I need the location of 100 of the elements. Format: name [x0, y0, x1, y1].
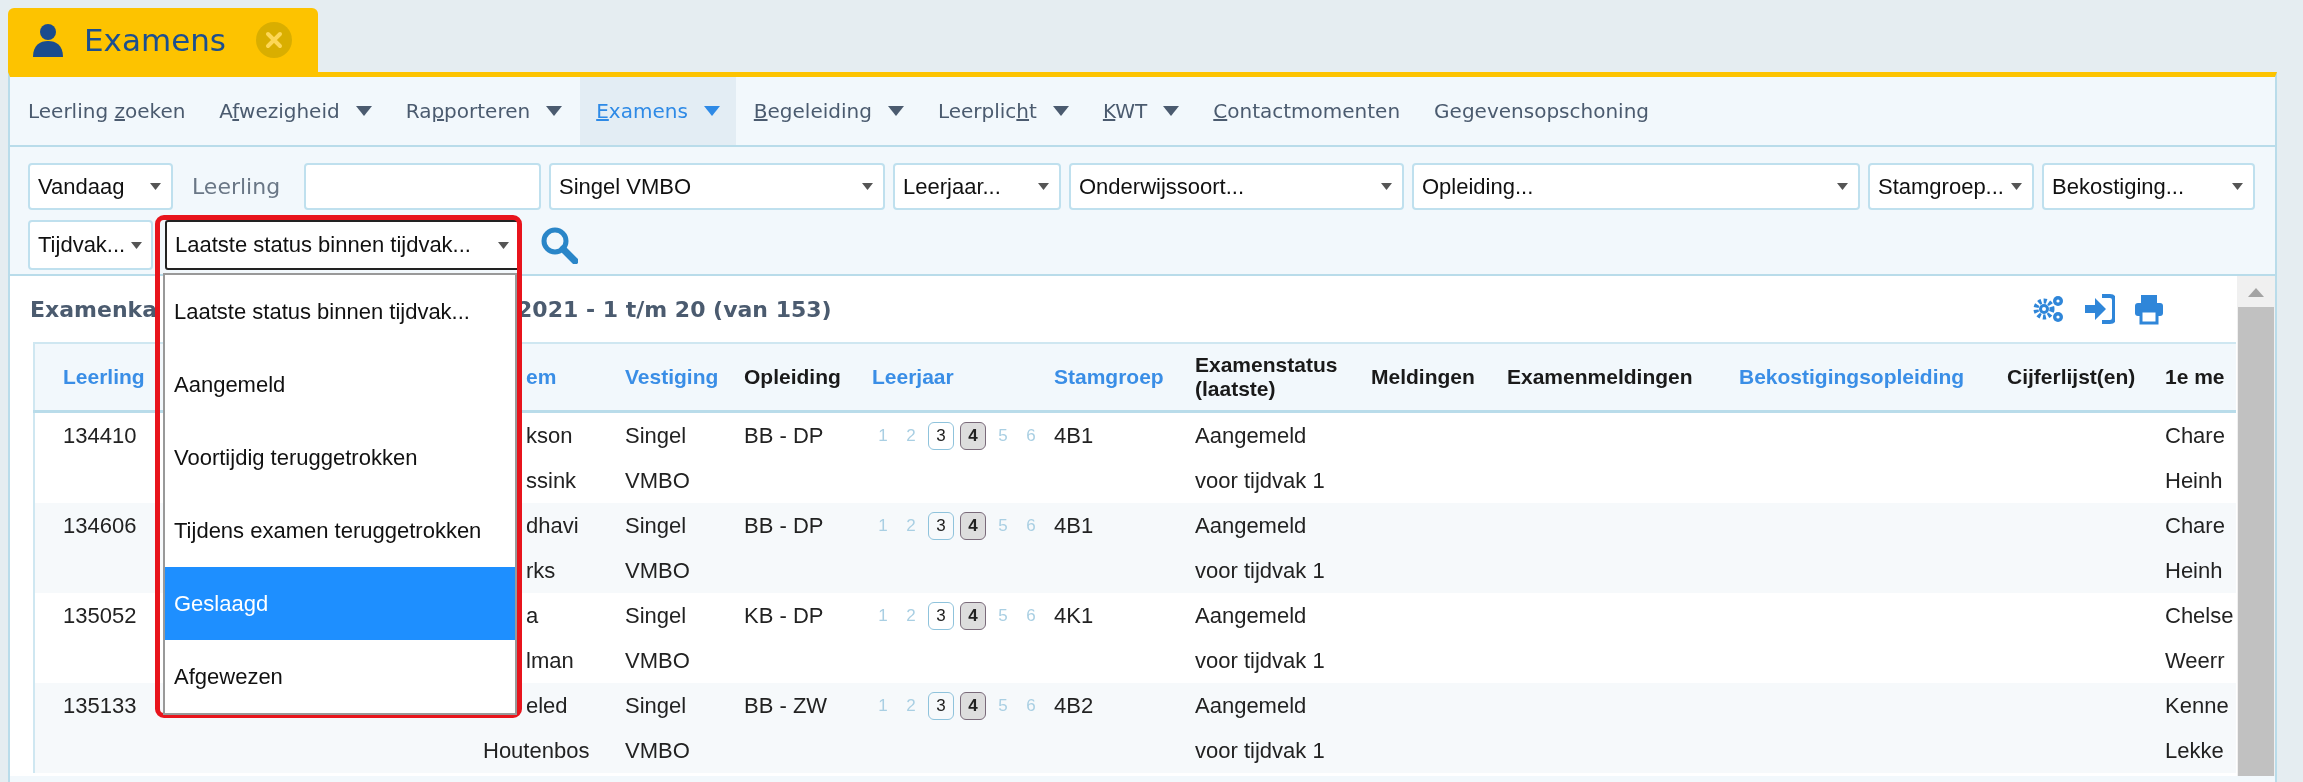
- column-header: Examenmeldingen: [1507, 365, 1693, 389]
- table-cell-text: voor tijdvak 1: [1195, 647, 1325, 675]
- table-cell-text: Chare: [2165, 422, 2225, 450]
- table-cell-text: Lekke: [2165, 737, 2224, 765]
- column-header: Cijferlijst(en): [2007, 365, 2136, 389]
- year-number: 3: [928, 601, 954, 630]
- dropdown[interactable]: Onderwijssoort...: [1069, 163, 1404, 210]
- year-number: 6: [1025, 424, 1037, 447]
- year-number: 1: [877, 694, 889, 717]
- caret-icon: [150, 183, 161, 190]
- year-number: 3: [928, 691, 954, 720]
- year-number: 4: [960, 601, 986, 630]
- tab-title: Examens: [84, 22, 227, 58]
- table-cell-text: voor tijdvak 1: [1195, 737, 1325, 765]
- year-number: 5: [997, 694, 1009, 717]
- sign-in-icon[interactable]: [2083, 293, 2115, 325]
- gears-icon[interactable]: [2033, 293, 2065, 325]
- menu-item[interactable]: Rapporteren: [389, 77, 579, 145]
- year-number: 2: [905, 424, 917, 447]
- text-field[interactable]: [304, 163, 541, 210]
- table-cell-text: Aangemeld: [1195, 422, 1307, 450]
- scrollbar[interactable]: [2237, 276, 2275, 776]
- year-number: 2: [905, 604, 917, 627]
- table-cell-text: Chare: [2165, 512, 2225, 540]
- year-number: 3: [928, 421, 954, 450]
- column-header: Examenstatus (laatste): [1195, 352, 1339, 401]
- module-tab[interactable]: Examens: [8, 8, 318, 72]
- table-cell-text: Singel: [625, 692, 687, 720]
- year-number: 5: [997, 424, 1009, 447]
- dropdown-option[interactable]: Voortijdig teruggetrokken: [165, 421, 515, 494]
- year-number: 1: [877, 604, 889, 627]
- print-icon[interactable]: [2133, 293, 2165, 325]
- menu-item[interactable]: KWT: [1086, 77, 1196, 145]
- results-title: Examenka: [30, 296, 158, 322]
- year-number: 5: [997, 514, 1009, 537]
- dropdown-option[interactable]: Laatste status binnen tijdvak...: [165, 275, 515, 348]
- caret-icon: [1837, 183, 1848, 190]
- dropdown[interactable]: Leerjaar...: [893, 163, 1061, 210]
- table-cell-text: VMBO: [625, 557, 690, 585]
- menu-item[interactable]: Afwezigheid: [203, 77, 388, 145]
- menu-item[interactable]: Leerling zoeken: [12, 77, 202, 145]
- year-number: 6: [1025, 514, 1037, 537]
- dropdown[interactable]: Tijdvak...: [28, 220, 153, 270]
- table-cell-text: rks: [526, 557, 556, 585]
- table-cell-text: dhavi: [526, 512, 579, 540]
- dropdown-option[interactable]: Afgewezen: [165, 640, 515, 713]
- table-cell-text: lman: [526, 647, 574, 675]
- year-number: 1: [877, 424, 889, 447]
- menu-item[interactable]: Contactmomenten: [1197, 77, 1417, 145]
- table-cell-text: kson: [526, 422, 573, 450]
- dropdown-option[interactable]: Tijdens examen teruggetrokken: [165, 494, 515, 567]
- table-cell-text: 134410: [63, 422, 137, 450]
- table-cell-text: BB - ZW: [744, 692, 828, 720]
- table-cell-text: ssink: [526, 467, 577, 495]
- table-cell-text: Weerr: [2165, 647, 2225, 675]
- dropdown[interactable]: Opleiding...: [1412, 163, 1860, 210]
- dropdown[interactable]: Singel VMBO: [549, 163, 885, 210]
- year-number: 4: [960, 511, 986, 540]
- dropdown[interactable]: Stamgroep...: [1868, 163, 2034, 210]
- caret-icon: [498, 241, 509, 249]
- year-number: 4: [960, 691, 986, 720]
- dropdown-option[interactable]: Aangemeld: [165, 348, 515, 421]
- table-cell-text: Heinh: [2165, 467, 2223, 495]
- table-cell-text: Chelse: [2165, 602, 2234, 630]
- table-cell-text: 4B2: [1054, 692, 1094, 720]
- person-icon: [32, 23, 64, 57]
- year-number: 2: [905, 694, 917, 717]
- caret-icon: [1381, 183, 1392, 190]
- table-cell-text: 4K1: [1054, 602, 1094, 630]
- table-cell-text: 134606: [63, 512, 137, 540]
- year-number: 1: [877, 514, 889, 537]
- table-cell-text: 4B1: [1054, 422, 1094, 450]
- year-number: 4: [960, 421, 986, 450]
- caret-icon: [2011, 183, 2022, 190]
- table-cell-text: BB - DP: [744, 512, 824, 540]
- table-cell-text: Aangemeld: [1195, 512, 1307, 540]
- table-cell-text: Singel: [625, 422, 687, 450]
- table-cell-text: Kenne: [2165, 692, 2229, 720]
- dropdown[interactable]: Bekostiging...: [2042, 163, 2255, 210]
- search-icon[interactable]: [540, 226, 578, 264]
- year-number: 6: [1025, 694, 1037, 717]
- caret-icon: [862, 183, 873, 190]
- table-cell-text: VMBO: [625, 647, 690, 675]
- caret-icon: [131, 241, 143, 249]
- column-header: 1e me: [2165, 365, 2225, 389]
- caret-icon: [1038, 183, 1049, 190]
- table-cell-text: 135052: [63, 602, 137, 630]
- menu-item[interactable]: Leerplicht: [921, 77, 1085, 145]
- table-cell-text: Singel: [625, 512, 687, 540]
- year-number: 5: [997, 604, 1009, 627]
- table-cell-text: BB - DP: [744, 422, 824, 450]
- table-cell-text: 135133: [63, 692, 137, 720]
- dropdown[interactable]: Vandaag: [28, 163, 173, 210]
- menu-item[interactable]: Gegevensopschoning: [1418, 77, 1665, 145]
- table-cell-text: Heinh: [2165, 557, 2223, 585]
- column-header: Opleiding: [744, 365, 841, 389]
- menu-item[interactable]: Begeleiding: [737, 77, 920, 145]
- field-label: Leerling: [192, 174, 282, 199]
- table-cell-text: KB - DP: [744, 602, 824, 630]
- table-cell-text: Aangemeld: [1195, 692, 1307, 720]
